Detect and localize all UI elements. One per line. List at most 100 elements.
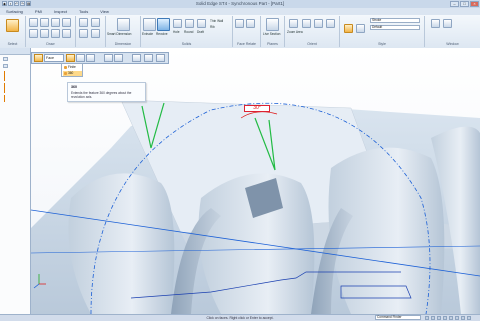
ribbon-tabs: Surfacing PMI Inspect Tools View [0, 8, 480, 15]
panel-tab-icon[interactable] [3, 64, 8, 68]
ribbon: Select Draw Smart Dimension Dimension Ex… [0, 15, 480, 49]
keypoint-icon[interactable] [114, 54, 123, 62]
relate-icon[interactable] [79, 18, 88, 27]
pan-icon[interactable] [314, 19, 323, 28]
fit-icon[interactable] [302, 19, 311, 28]
zoom-area-icon[interactable] [289, 19, 298, 28]
rotate-icon[interactable] [326, 19, 335, 28]
rectangle-icon[interactable] [62, 18, 71, 27]
view-style-icon[interactable] [356, 24, 365, 33]
paint-icon[interactable] [344, 24, 353, 33]
tab-inspect[interactable]: Inspect [48, 8, 73, 15]
group-label: Window [446, 42, 459, 46]
dropdown-option-360[interactable]: 360 [63, 71, 82, 76]
feature-marker [4, 95, 5, 102]
panel-header [0, 48, 30, 55]
smart-dimension-icon[interactable] [117, 18, 130, 31]
extent-dropdown: Finite 360 [61, 63, 83, 77]
live-section-icon[interactable] [266, 18, 279, 31]
mirror-icon[interactable] [79, 29, 88, 38]
command-finder-input[interactable]: Command Finder [375, 315, 421, 320]
tab-tools[interactable]: Tools [73, 8, 94, 15]
options-icon[interactable] [132, 54, 141, 62]
offset-icon[interactable] [62, 29, 71, 38]
smart-dimension-label: Smart Dimension [107, 32, 132, 36]
select-tool-icon[interactable] [6, 19, 19, 32]
angle-dimension-value[interactable]: 30° [244, 105, 270, 112]
zoom-area-label: Zoom Area [287, 30, 303, 34]
group-solids: Extrude Revolve Hole Round Draft Thin Wa… [141, 16, 233, 47]
parallel-icon[interactable] [246, 19, 255, 28]
status-pan-icon[interactable] [437, 316, 441, 320]
treatment-icon[interactable] [104, 54, 113, 62]
draft-icon[interactable] [197, 19, 206, 28]
style-dropdown[interactable]: Stroke [370, 18, 420, 23]
window-controls: – □ × [450, 1, 479, 7]
feature-marker [4, 71, 5, 81]
revolve-icon[interactable] [157, 18, 170, 31]
close-icon[interactable]: × [470, 1, 479, 7]
project-icon[interactable] [91, 18, 100, 27]
group-dimension: Smart Dimension Dimension [106, 16, 141, 47]
trim-icon[interactable] [40, 29, 49, 38]
coplanar-icon[interactable] [235, 19, 244, 28]
thin-wall-button[interactable]: Thin Wall [210, 19, 223, 23]
status-fit-icon[interactable] [431, 316, 435, 320]
status-rotate-icon[interactable] [443, 316, 447, 320]
tab-pmi[interactable]: PMI [29, 8, 48, 15]
fillet-icon[interactable] [29, 29, 38, 38]
group-window: Window [425, 16, 480, 47]
step-icon[interactable] [34, 54, 43, 62]
ridge-3 [328, 147, 445, 314]
tab-view[interactable]: View [94, 8, 115, 15]
pattern-icon[interactable] [91, 29, 100, 38]
side-step-icon[interactable] [86, 54, 95, 62]
new-window-icon[interactable] [443, 19, 452, 28]
status-sketch-icon[interactable] [461, 316, 465, 320]
live-section-label: Live Section [263, 32, 281, 36]
face-select-dropdown[interactable]: Face [44, 54, 64, 62]
status-style-icon[interactable] [455, 316, 459, 320]
window-title: Solid Edge ST4 - Synchronous Part - [Par… [195, 1, 285, 6]
hole-label: Hole [173, 30, 180, 34]
style-secondary-dropdown[interactable]: Default [370, 25, 420, 30]
group-draw: Draw [26, 16, 76, 47]
group-select: Select [0, 16, 26, 47]
rib-button[interactable]: Rib [210, 25, 215, 29]
tab-surfacing[interactable]: Surfacing [0, 8, 29, 15]
status-zoom-icon[interactable] [425, 316, 429, 320]
group-label: Draw [46, 42, 55, 46]
line-icon[interactable] [29, 18, 38, 27]
extrude-label: Extrude [142, 32, 153, 36]
extent-finite-icon[interactable] [76, 54, 85, 62]
circle-icon[interactable] [51, 18, 60, 27]
tooltip-body: Extends the feature 360 degrees about th… [71, 91, 132, 99]
draft-label: Draft [197, 30, 204, 34]
group-planes: Live Section Planes [261, 16, 285, 47]
arc-icon[interactable] [40, 18, 49, 27]
command-bar: Face [31, 52, 169, 64]
group-solids-sketch [76, 16, 106, 47]
round-label: Round [184, 30, 194, 34]
group-label: Planes [267, 42, 278, 46]
dropdown-option-finite[interactable]: Finite [63, 65, 82, 70]
status-options-icon[interactable] [467, 316, 471, 320]
group-style: Stroke Default Style [340, 16, 425, 47]
cancel-icon[interactable] [156, 54, 165, 62]
status-view-icon[interactable] [449, 316, 453, 320]
panel-tab-icon[interactable] [3, 57, 8, 61]
round-icon[interactable] [185, 19, 194, 28]
extrude-icon[interactable] [143, 18, 156, 31]
accept-icon[interactable] [144, 54, 153, 62]
arrange-icon[interactable] [431, 19, 440, 28]
group-face-relate: Face Relate [233, 16, 261, 47]
maximize-icon[interactable]: □ [460, 1, 469, 7]
group-label: Style [378, 42, 386, 46]
pathfinder-panel [0, 48, 31, 314]
extend-icon[interactable] [51, 29, 60, 38]
hole-icon[interactable] [173, 19, 182, 28]
feature-marker [4, 83, 5, 93]
extent-360-icon[interactable] [66, 54, 75, 62]
tooltip-title: 360 [71, 85, 77, 89]
minimize-icon[interactable]: – [450, 1, 459, 7]
